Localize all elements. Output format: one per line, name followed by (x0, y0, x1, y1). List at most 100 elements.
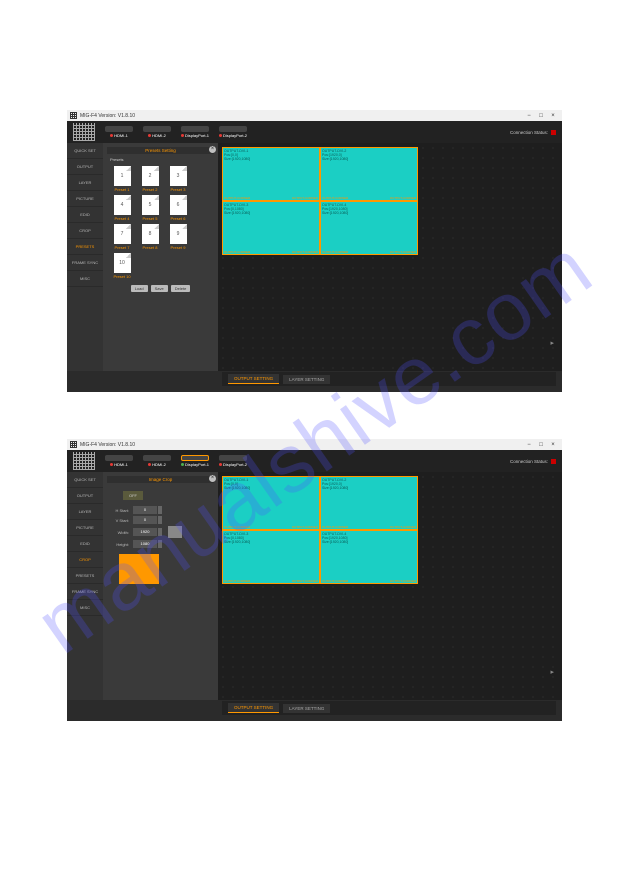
maximize-button[interactable]: □ (535, 439, 547, 450)
sidebar-item-picture[interactable]: PICTURE (67, 191, 103, 207)
panel-close-icon[interactable]: × (209, 146, 216, 153)
output-cell[interactable]: OUTPUT-DVI-4Pos:[1920,1080]Size:[1920,10… (320, 201, 418, 255)
sidebar: QUICK SET OUTPUT LAYER PICTURE EDID CROP… (67, 143, 103, 371)
output-corner-right: OUTPUT-CORNER (292, 579, 318, 583)
sidebar-item-output[interactable]: OUTPUT (67, 159, 103, 175)
tab-output-setting[interactable]: OUTPUT SETTING (228, 703, 279, 713)
tab-layer-setting[interactable]: LAYER SETTING (283, 704, 330, 713)
crop-preview (119, 554, 159, 584)
sidebar-item-layer[interactable]: LAYER (67, 504, 103, 520)
spinner-icon[interactable] (158, 540, 162, 548)
minimize-button[interactable]: − (523, 439, 535, 450)
sidebar-item-crop[interactable]: CROP (67, 223, 103, 239)
sidebar-item-framesync[interactable]: FRAME SYNC (67, 584, 103, 600)
connection-status: Connection Status: (510, 130, 556, 135)
port-dp-1[interactable]: DisplayPort-1 (181, 126, 209, 138)
crop-toggle[interactable]: OFF (123, 491, 143, 500)
preset-label: Preset 9 (171, 245, 186, 250)
preset-item[interactable]: 10Preset 10 (111, 253, 133, 279)
output-cell[interactable]: OUTPUT-DVI-1Pos:[0,0]Size:[1920,1080]OUT… (222, 147, 320, 201)
preset-label: Preset 1 (115, 187, 130, 192)
output-corner-left: OUTPUT-CORNER (322, 579, 348, 583)
spinner-icon[interactable] (158, 506, 162, 514)
output-corner-left: OUTPUT-CORNER (224, 579, 250, 583)
preset-item[interactable]: 8Preset 8 (139, 224, 161, 250)
crop-field-value[interactable]: 0 (133, 516, 157, 524)
output-cell[interactable]: OUTPUT-DVI-3Pos:[0,1080]Size:[1920,1080]… (222, 530, 320, 584)
port-hdmi-2[interactable]: HDMI-2 (143, 126, 171, 138)
port-dp-1[interactable]: DisplayPort-1 (181, 455, 209, 467)
sidebar-item-framesync[interactable]: FRAME SYNC (67, 255, 103, 271)
preset-item[interactable]: 9Preset 9 (167, 224, 189, 250)
sidebar-item-presets[interactable]: PRESETS (67, 239, 103, 255)
save-button[interactable]: Save (151, 285, 168, 292)
connection-status: Connection Status: (510, 459, 556, 464)
sidebar: QUICK SET OUTPUT LAYER PICTURE EDID CROP… (67, 472, 103, 700)
preset-item[interactable]: 6Preset 6 (167, 195, 189, 221)
sidebar-item-output[interactable]: OUTPUT (67, 488, 103, 504)
close-button[interactable]: × (547, 439, 559, 450)
preset-page-icon: 1 (114, 166, 131, 186)
preset-label: Preset 6 (171, 216, 186, 221)
output-cell[interactable]: OUTPUT-DVI-3Pos:[0,1080]Size:[1920,1080]… (222, 201, 320, 255)
crop-field-label: H Start: (111, 508, 129, 513)
port-dp-2[interactable]: DisplayPort-2 (219, 126, 247, 138)
crop-field-label: Height: (111, 542, 129, 547)
output-corner-right: OUTPUT-CORNER (292, 525, 318, 529)
crop-field-value[interactable]: 0 (133, 506, 157, 514)
load-button[interactable]: Load (131, 285, 148, 292)
output-cell[interactable]: OUTPUT-DVI-4Pos:[1920,1080]Size:[1920,10… (320, 530, 418, 584)
preset-item[interactable]: 2Preset 2 (139, 166, 161, 192)
output-corner-left: OUTPUT-CORNER (322, 250, 348, 254)
preset-item[interactable]: 5Preset 5 (139, 195, 161, 221)
canvas[interactable]: OUTPUT-DVI-1Pos:[0,0]Size:[1920,1080]OUT… (218, 472, 562, 700)
sidebar-item-quickset[interactable]: QUICK SET (67, 472, 103, 488)
output-cell[interactable]: OUTPUT-DVI-2Pos:[1920,0]Size:[1920,1080]… (320, 147, 418, 201)
titlebar: MIG-F4 Version: V1.8.10 − □ × (67, 110, 562, 121)
sidebar-item-misc[interactable]: MISC (67, 271, 103, 287)
maximize-button[interactable]: □ (535, 110, 547, 121)
crop-ok-button[interactable] (168, 526, 182, 538)
preset-item[interactable]: 1Preset 1 (111, 166, 133, 192)
tab-layer-setting[interactable]: LAYER SETTING (283, 375, 330, 384)
scroll-right-icon[interactable]: ▸ (550, 668, 554, 676)
spinner-icon[interactable] (158, 516, 162, 524)
delete-button[interactable]: Delete (171, 285, 191, 292)
presets-label: Presets (110, 157, 214, 162)
preset-label: Preset 2 (143, 187, 158, 192)
output-corner-left: OUTPUT-CORNER (224, 250, 250, 254)
panel-title: Presets Setting × (107, 147, 214, 154)
port-hdmi-2[interactable]: HDMI-2 (143, 455, 171, 467)
sidebar-item-quickset[interactable]: QUICK SET (67, 143, 103, 159)
bottombar: OUTPUT SETTING LAYER SETTING (222, 372, 556, 386)
output-size: Size:[1920,1080] (322, 486, 416, 490)
preset-item[interactable]: 4Preset 4 (111, 195, 133, 221)
port-dp-2[interactable]: DisplayPort-2 (219, 455, 247, 467)
output-cell[interactable]: OUTPUT-DVI-2Pos:[1920,0]Size:[1920,1080]… (320, 476, 418, 530)
scroll-right-icon[interactable]: ▸ (550, 339, 554, 347)
sidebar-item-layer[interactable]: LAYER (67, 175, 103, 191)
minimize-button[interactable]: − (523, 110, 535, 121)
output-corner-right: OUTPUT-CORNER (390, 579, 416, 583)
sidebar-item-edid[interactable]: EDID (67, 536, 103, 552)
output-size: Size:[1920,1080] (224, 540, 318, 544)
sidebar-item-presets[interactable]: PRESETS (67, 568, 103, 584)
sidebar-item-edid[interactable]: EDID (67, 207, 103, 223)
sidebar-item-crop[interactable]: CROP (67, 552, 103, 568)
app-window-2: MIG-F4 Version: V1.8.10 − □ × HDMI-1 HDM… (67, 439, 562, 721)
preset-item[interactable]: 3Preset 3 (167, 166, 189, 192)
canvas[interactable]: OUTPUT-DVI-1Pos:[0,0]Size:[1920,1080]OUT… (218, 143, 562, 371)
preset-item[interactable]: 7Preset 7 (111, 224, 133, 250)
tab-output-setting[interactable]: OUTPUT SETTING (228, 374, 279, 384)
crop-field-value[interactable]: 1920 (133, 528, 157, 536)
crop-field-value[interactable]: 1080 (133, 540, 157, 548)
port-hdmi-1[interactable]: HDMI-1 (105, 455, 133, 467)
output-corner-right: OUTPUT-CORNER (390, 525, 416, 529)
sidebar-item-picture[interactable]: PICTURE (67, 520, 103, 536)
spinner-icon[interactable] (158, 528, 162, 536)
panel-close-icon[interactable]: × (209, 475, 216, 482)
close-button[interactable]: × (547, 110, 559, 121)
sidebar-item-misc[interactable]: MISC (67, 600, 103, 616)
output-cell[interactable]: OUTPUT-DVI-1Pos:[0,0]Size:[1920,1080]OUT… (222, 476, 320, 530)
port-hdmi-1[interactable]: HDMI-1 (105, 126, 133, 138)
